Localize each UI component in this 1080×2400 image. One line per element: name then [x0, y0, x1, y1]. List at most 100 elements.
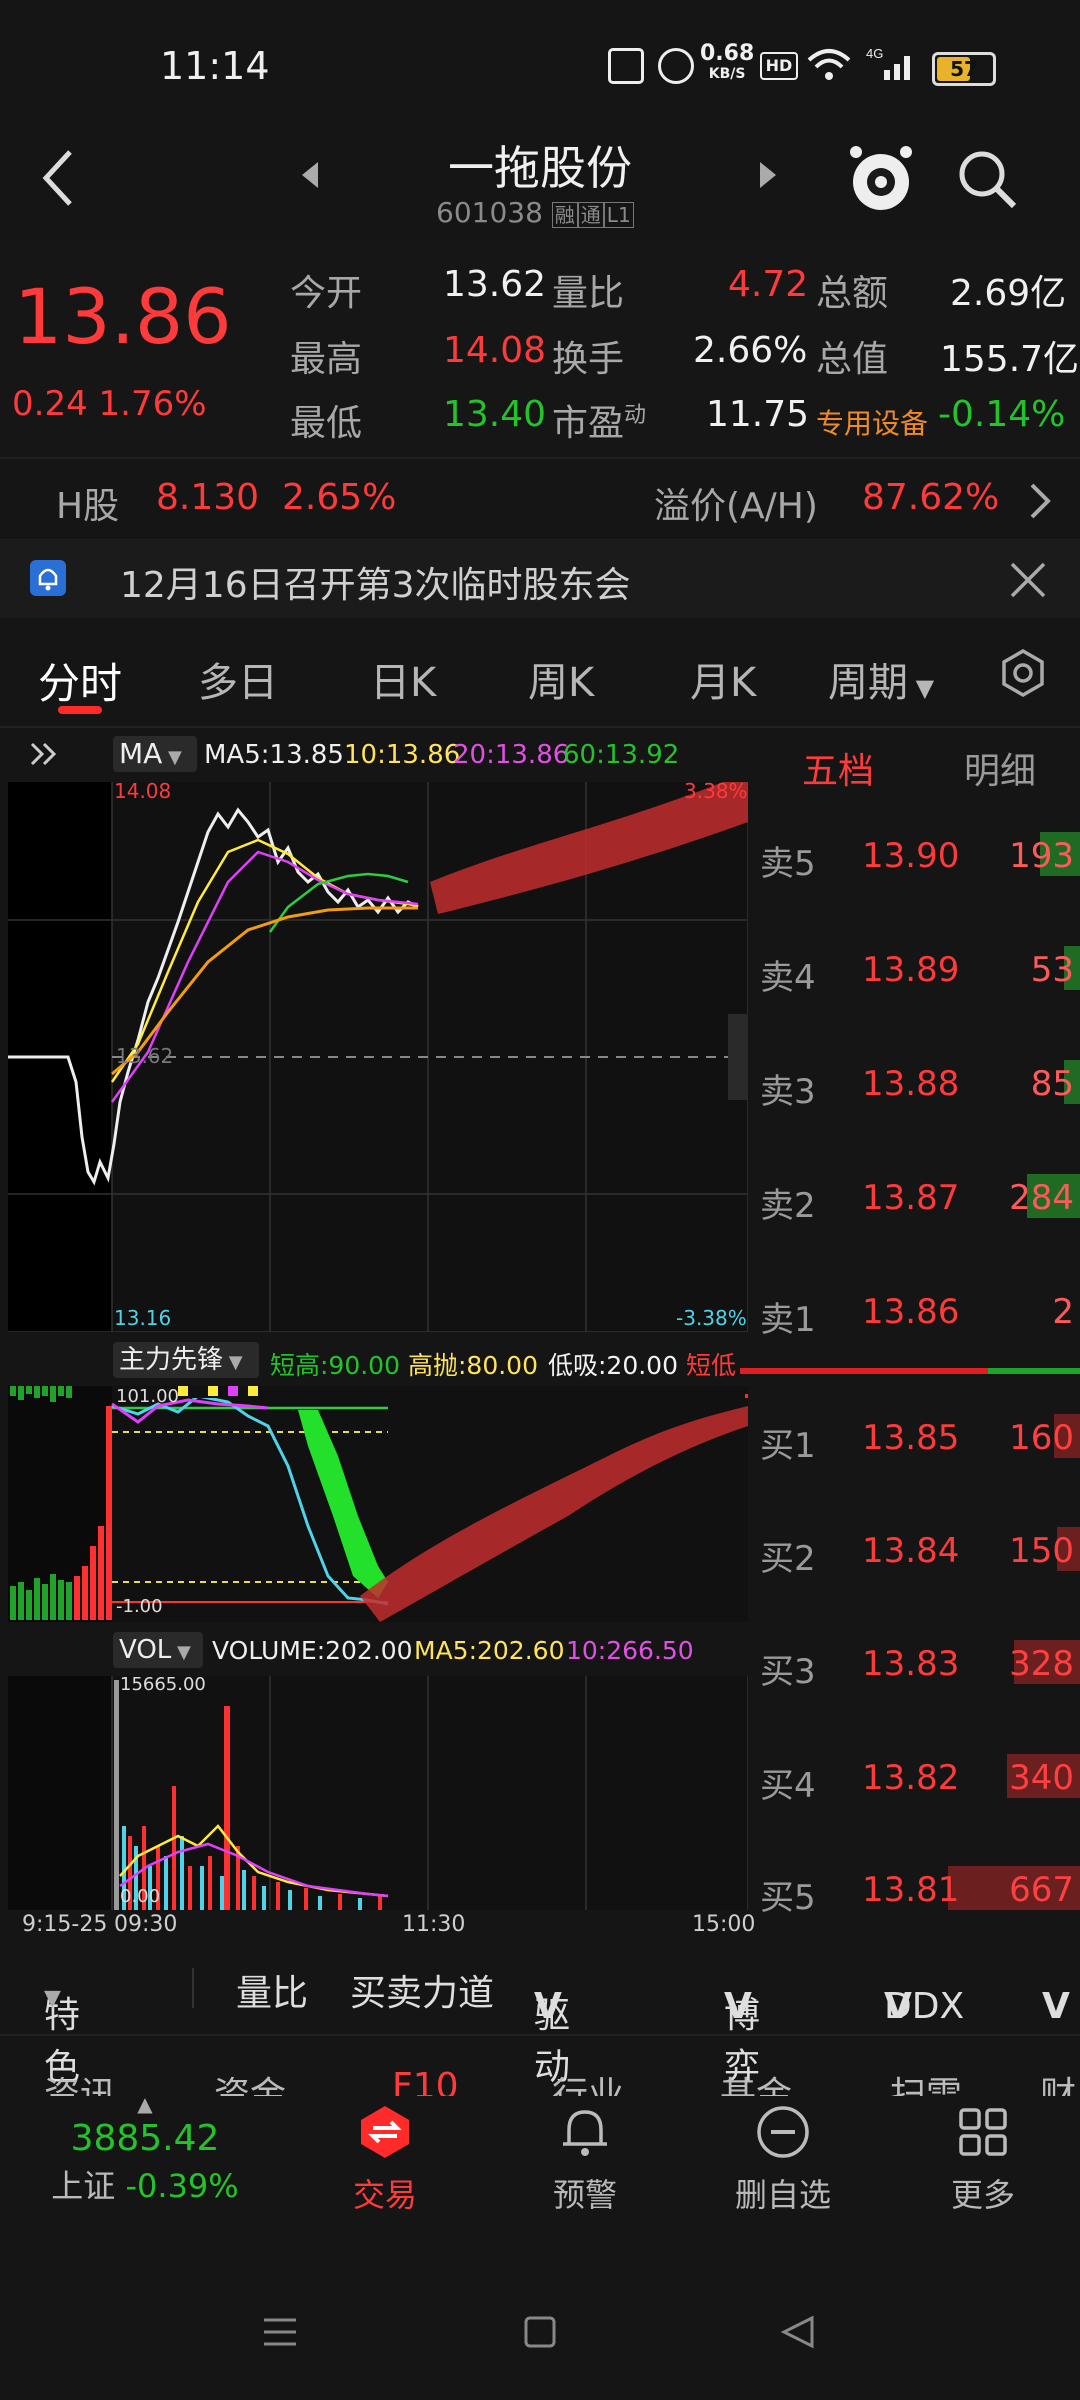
tab-five-levels[interactable]: 五档 [802, 742, 874, 794]
ma-selector[interactable]: MA ▼ [113, 736, 197, 772]
menu-icon[interactable] [260, 2312, 300, 2352]
indicator-bottom-label: -1.00 [116, 1596, 163, 1617]
subtab-f10[interactable]: F10 [392, 2066, 459, 2096]
expand-double-chevron-icon[interactable] [28, 740, 58, 768]
index-value: 3885.42 [70, 2118, 220, 2159]
tab-daily-k[interactable]: 日K [370, 650, 436, 708]
subtab-industry[interactable]: 行业 [552, 2066, 624, 2096]
bell-icon [563, 2110, 607, 2156]
prev-stock-icon[interactable] [300, 160, 320, 190]
next-stock-icon[interactable] [758, 160, 778, 190]
order-volume: 53 [1030, 950, 1074, 990]
pct-high-axis-label: 3.38% [684, 779, 748, 803]
notice-banner[interactable]: 12月16日召开第3次临时股东会 [0, 540, 1080, 618]
subtab-fund[interactable]: 基金 [720, 2066, 792, 2096]
order-book-row[interactable]: 卖2 13.87 284 [750, 1160, 1080, 1230]
market-cap-label: 总值 [816, 339, 889, 380]
industry-label[interactable]: 专用设备 [816, 402, 928, 442]
order-price: 13.81 [862, 1870, 960, 1910]
turnover-amount-value: 2.69亿 [950, 273, 1067, 314]
order-book-row[interactable]: 买2 13.84 150 [750, 1513, 1080, 1583]
order-level-label: 卖2 [760, 1186, 816, 1226]
tab-multiday[interactable]: 多日 [198, 650, 278, 708]
short-low-label: 短低 [686, 1351, 737, 1380]
back-nav-icon[interactable] [778, 2312, 818, 2352]
turnover-rate-label: 换手 [552, 339, 625, 380]
intraday-price-chart[interactable]: 14.08 13.62 3.38% 13.16 -3.38% [8, 779, 748, 1332]
toolbar-volume-ratio[interactable]: 量比 [236, 1964, 308, 2016]
premium-label: 溢价(A/H) [654, 486, 818, 527]
tab-details[interactable]: 明细 [964, 742, 1036, 794]
indicator-legend-bar: 主力先锋 ▼ 短高:90.00 高抛:80.00 低吸:20.00 短低 [0, 1334, 750, 1386]
subtab-minesweep[interactable]: 扫雷 [890, 2066, 962, 2096]
order-level-label: 买4 [760, 1766, 816, 1806]
badge-level: L1 [603, 202, 634, 228]
tab-intraday[interactable]: 分时 [38, 650, 122, 711]
info-subtabs: 资讯 资金 F10 行业 基金 扫雷 财 [0, 2036, 1080, 2096]
nav-alert[interactable]: 预警 [520, 2104, 650, 2216]
tab-period[interactable]: 周期 ▼ [828, 650, 934, 708]
order-book-row[interactable]: 买3 13.83 328 [750, 1626, 1080, 1696]
nav-trade[interactable]: 交易 [320, 2104, 450, 2216]
order-price: 13.82 [862, 1758, 960, 1798]
time-label-mid: 11:30 [402, 1912, 466, 1937]
indicator-selector[interactable]: 主力先锋 ▼ [113, 1342, 259, 1378]
indicator-top-label: 101.00 [116, 1386, 179, 1407]
stock-code-row: 601038 融通 L1 [436, 196, 634, 229]
subtab-news[interactable]: 资讯 [44, 2066, 116, 2096]
order-book-row[interactable]: 买4 13.82 340 [750, 1740, 1080, 1810]
nfc-icon [608, 48, 644, 84]
nav-remove-watchlist[interactable]: 删自选 [718, 2104, 848, 2216]
stock-code: 601038 [436, 196, 543, 229]
order-volume: 160 [1009, 1418, 1074, 1458]
turnover-amount-label: 总额 [816, 273, 889, 314]
volume-max-label: 15665.00 [120, 1674, 206, 1695]
order-book-row[interactable]: 卖3 13.88 85 [750, 1046, 1080, 1116]
index-name-pct: 上证 -0.39% [51, 2167, 239, 2205]
order-volume: 150 [1009, 1531, 1074, 1571]
tab-monthly-k[interactable]: 月K [690, 650, 756, 708]
turnover-rate-value: 2.66% [693, 330, 808, 371]
stock-header: 一拖股份 601038 融通 L1 [0, 130, 1080, 242]
indicator-chart-svg [10, 1386, 748, 1622]
pe-label: 市盈动 [552, 403, 647, 444]
order-book-row[interactable]: 买5 13.81 667 [750, 1852, 1080, 1922]
order-book-row[interactable]: 买1 13.85 160 [750, 1400, 1080, 1470]
search-icon[interactable] [956, 148, 1020, 212]
price-mid-axis-label: 13.62 [116, 1044, 174, 1068]
price-change: 0.24 1.76% [12, 384, 207, 424]
nav-more[interactable]: 更多 [918, 2104, 1048, 2216]
order-book-row[interactable]: 卖5 13.90 193 [750, 818, 1080, 888]
index-widget[interactable]: ▲ 3885.42 上证 -0.39% [40, 2094, 250, 2207]
order-book-row[interactable]: 卖1 13.86 2 [750, 1274, 1080, 1344]
volume-chart[interactable]: 15665.00 0.00 [8, 1674, 748, 1910]
order-price: 13.87 [862, 1178, 960, 1218]
battery-icon: 57 [932, 52, 996, 86]
change-pct: 1.76% [98, 384, 207, 424]
clock: 11:14 [160, 44, 270, 88]
network-speed: 0.68 KB/S [700, 41, 755, 83]
volume-selector[interactable]: VOL ▼ [113, 1632, 203, 1668]
close-icon[interactable] [1008, 560, 1048, 600]
low-label: 最低 [290, 403, 363, 444]
toolbar-buy-sell-power[interactable]: 买卖力道 [350, 1964, 494, 2016]
tab-active-indicator [58, 706, 102, 714]
high-label: 最高 [290, 339, 363, 380]
current-price: 13.86 [14, 272, 232, 361]
wifi-icon [807, 49, 851, 80]
order-price: 13.85 [862, 1418, 960, 1458]
home-icon[interactable] [520, 2312, 560, 2352]
order-level-label: 买1 [760, 1426, 816, 1466]
tab-weekly-k[interactable]: 周K [528, 650, 594, 708]
open-value: 13.62 [443, 264, 547, 305]
subtab-finance[interactable]: 财 [1040, 2066, 1076, 2096]
robot-assistant-icon[interactable] [848, 142, 914, 216]
order-level-label: 卖4 [760, 958, 816, 998]
h-share-row[interactable]: H股 8.130 2.65% 溢价(A/H) 87.62% [0, 457, 1080, 541]
subtab-funds[interactable]: 资金 [214, 2066, 286, 2096]
settings-icon[interactable] [998, 648, 1048, 698]
main-force-indicator-chart[interactable]: 101.00 -1.00 [8, 1386, 748, 1622]
back-icon[interactable] [40, 148, 80, 208]
h-share-price: 8.130 [156, 477, 260, 518]
order-book-row[interactable]: 卖4 13.89 53 [750, 932, 1080, 1002]
